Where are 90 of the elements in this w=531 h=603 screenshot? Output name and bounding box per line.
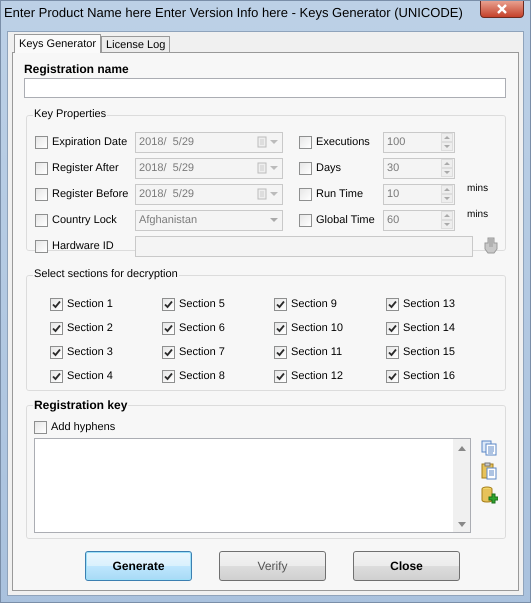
- checkbox[interactable]: [386, 298, 399, 310]
- spin-arrows-icon[interactable]: [441, 185, 453, 203]
- checkbox-label: Expiration Date: [52, 136, 128, 148]
- number-spinner[interactable]: 60: [383, 210, 455, 230]
- checkbox-label: Hardware ID: [52, 240, 114, 252]
- dialog-button[interactable]: Generate: [85, 551, 192, 581]
- copy-icon[interactable]: [481, 440, 497, 456]
- checkbox-label: Section 3: [67, 346, 113, 358]
- scrollbar[interactable]: [453, 439, 470, 532]
- checkbox-label: Register After: [52, 162, 119, 174]
- section-heading: Registration name: [24, 62, 130, 76]
- checkbox-label: Section 11: [291, 346, 342, 358]
- checkbox-label: Section 5: [179, 298, 225, 310]
- calendar-dropdown-icon: [257, 162, 279, 174]
- close-button[interactable]: [480, 1, 524, 18]
- number-spinner[interactable]: 30: [383, 158, 455, 178]
- checkbox-label: Section 10: [291, 322, 343, 334]
- checkbox[interactable]: [162, 322, 175, 334]
- unit-label: mins: [467, 209, 488, 220]
- tab[interactable]: License Log: [101, 36, 170, 52]
- number-spinner[interactable]: 10: [383, 184, 455, 204]
- calendar-dropdown-icon: [257, 136, 279, 148]
- group-title: Key Properties: [33, 108, 108, 120]
- date-picker[interactable]: 2018/ 5/29: [135, 184, 283, 204]
- checkbox[interactable]: [386, 370, 399, 382]
- checkbox[interactable]: [50, 298, 63, 310]
- checkbox-label: Global Time: [316, 214, 375, 226]
- checkbox[interactable]: [274, 346, 287, 358]
- registration-key-field[interactable]: [34, 438, 471, 533]
- scroll-up-icon[interactable]: [458, 446, 466, 451]
- checkbox-label: Country Lock: [52, 214, 117, 226]
- checkbox[interactable]: [35, 214, 48, 226]
- checkbox[interactable]: [162, 370, 175, 382]
- checkbox[interactable]: [274, 298, 287, 310]
- checkbox[interactable]: [299, 188, 312, 200]
- number-spinner[interactable]: 100: [383, 132, 455, 152]
- checkbox[interactable]: [162, 346, 175, 358]
- unit-label: mins: [467, 183, 488, 194]
- date-picker[interactable]: 2018/ 5/29: [135, 158, 283, 178]
- caret-icon: [269, 217, 279, 223]
- checkbox-label: Section 1: [67, 298, 113, 310]
- checkbox-label: Section 13: [403, 298, 455, 310]
- checkbox-label: Run Time: [316, 188, 364, 200]
- paste-icon[interactable]: [481, 462, 497, 480]
- checkbox[interactable]: [162, 298, 175, 310]
- checkbox-label: Add hyphens: [51, 421, 116, 433]
- checkbox[interactable]: [50, 346, 63, 358]
- checkbox[interactable]: [35, 136, 48, 148]
- checkbox[interactable]: [386, 346, 399, 358]
- hardware-icon[interactable]: [483, 237, 499, 255]
- spin-arrows-icon[interactable]: [441, 211, 453, 229]
- checkbox-label: Section 16: [403, 370, 455, 382]
- checkbox[interactable]: [35, 162, 48, 174]
- checkbox-label: Section 9: [291, 298, 337, 310]
- checkbox-label: Days: [316, 162, 342, 174]
- checkbox[interactable]: [50, 322, 63, 334]
- checkbox[interactable]: [274, 322, 287, 334]
- group-title: Registration key: [33, 398, 128, 412]
- database-add-icon[interactable]: [481, 486, 498, 504]
- country-dropdown[interactable]: Afghanistan: [135, 210, 283, 230]
- dialog-button[interactable]: Close: [353, 551, 460, 581]
- registration-name-field[interactable]: [24, 78, 506, 98]
- scroll-down-icon[interactable]: [458, 522, 466, 527]
- checkbox[interactable]: [299, 162, 312, 174]
- checkbox[interactable]: [386, 322, 399, 334]
- checkbox[interactable]: [274, 370, 287, 382]
- checkbox-label: Section 14: [403, 322, 455, 334]
- tab[interactable]: Keys Generator: [14, 34, 102, 53]
- checkbox-label: Section 8: [179, 370, 225, 382]
- checkbox-label: Executions: [316, 136, 370, 148]
- group-title: Select sections for decryption: [33, 268, 179, 280]
- spin-arrows-icon[interactable]: [441, 159, 453, 177]
- checkbox[interactable]: [50, 370, 63, 382]
- close-icon: [496, 4, 508, 14]
- checkbox-label: Section 12: [291, 370, 343, 382]
- checkbox[interactable]: [34, 420, 47, 434]
- calendar-dropdown-icon: [257, 188, 279, 200]
- checkbox[interactable]: [299, 136, 312, 148]
- window-title: Enter Product Name here Enter Version Info here - Keys Generator (UNICODE): [4, 4, 463, 20]
- checkbox-label: Section 15: [403, 346, 455, 358]
- checkbox-label: Section 2: [67, 322, 113, 334]
- spin-arrows-icon[interactable]: [441, 133, 453, 151]
- checkbox-label: Section 4: [67, 370, 113, 382]
- checkbox[interactable]: [35, 188, 48, 200]
- checkbox[interactable]: [35, 240, 48, 252]
- date-picker[interactable]: 2018/ 5/29: [135, 132, 283, 152]
- checkbox-label: Register Before: [52, 188, 128, 200]
- checkbox[interactable]: [299, 214, 312, 226]
- checkbox-label: Section 6: [179, 322, 225, 334]
- checkbox-label: Section 7: [179, 346, 225, 358]
